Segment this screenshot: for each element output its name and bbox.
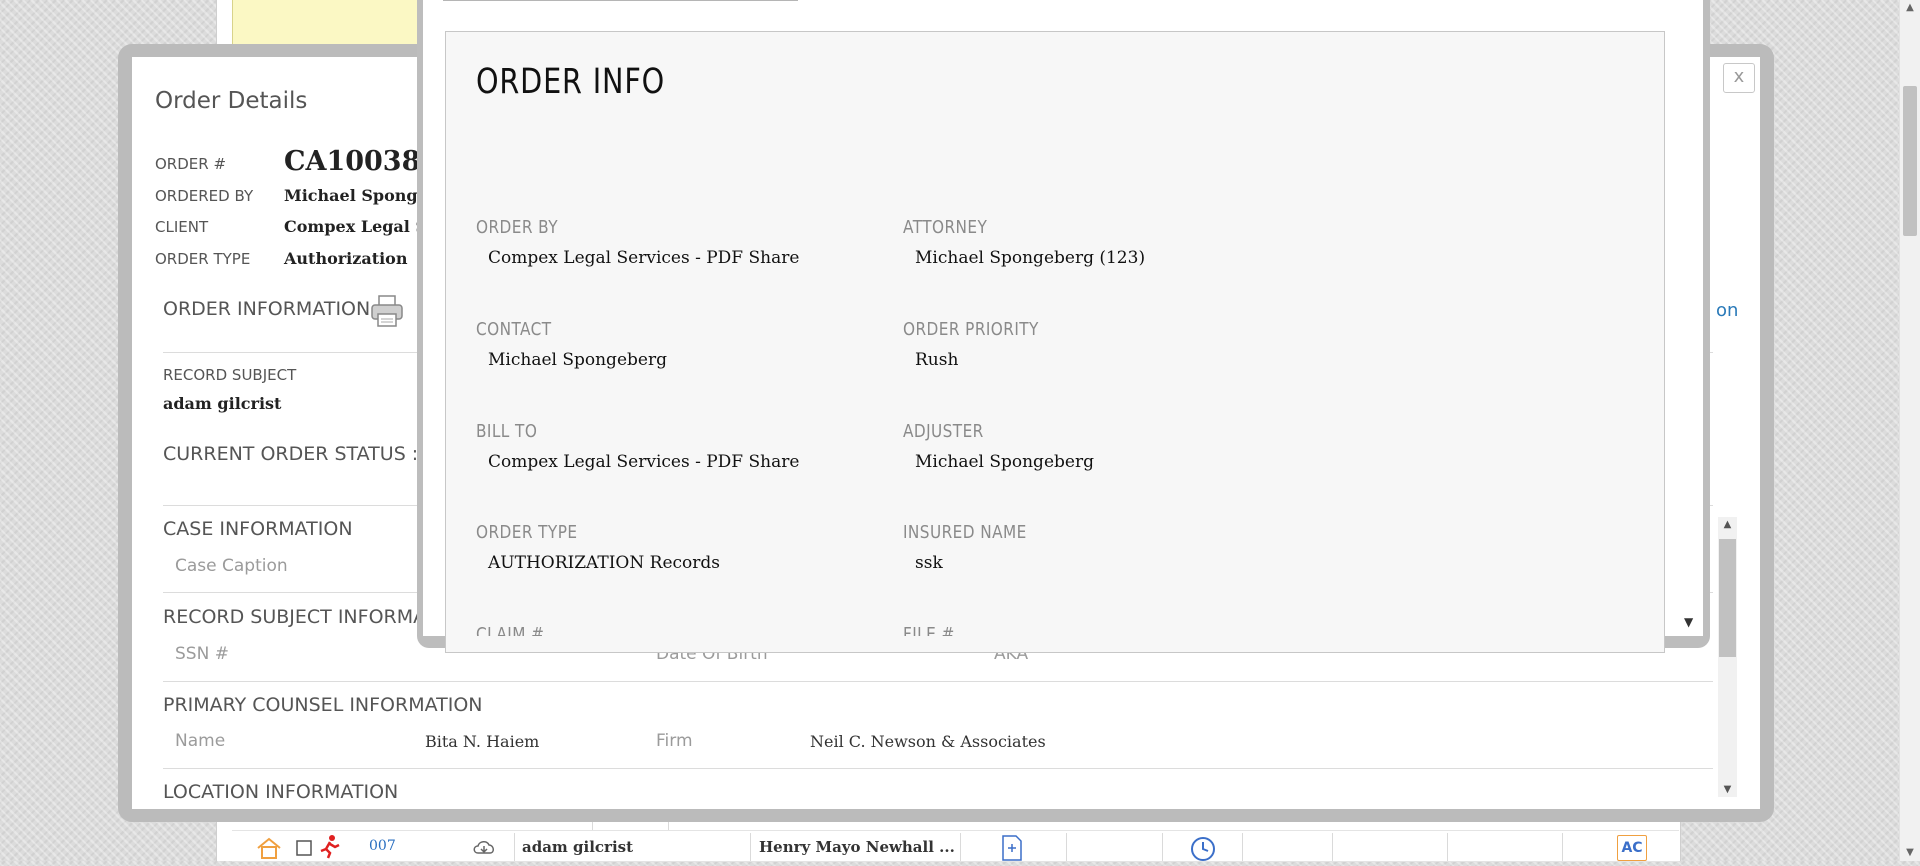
record-subject-information-heading: RECORD SUBJECT INFORMATI <box>163 606 442 628</box>
column-divider <box>750 833 751 861</box>
page-scrollbar[interactable]: ▲ ▼ <box>1899 0 1920 861</box>
close-button[interactable]: x <box>1723 63 1755 93</box>
order-type-label: ORDER TYPE <box>476 522 578 543</box>
cloud-download-icon[interactable] <box>472 838 496 860</box>
record-subject-label: RECORD SUBJECT <box>163 366 297 384</box>
tab-underline <box>443 0 798 1</box>
column-divider <box>1242 833 1243 861</box>
primary-counsel-heading: PRIMARY COUNSEL INFORMATION <box>163 694 483 716</box>
adjuster-value: Michael Spongeberg <box>915 452 1094 472</box>
printer-icon[interactable] <box>370 294 404 328</box>
order-id-link[interactable]: 007 <box>369 838 396 854</box>
side-link[interactable]: on <box>1716 300 1738 321</box>
contact-value: Michael Spongeberg <box>488 350 667 370</box>
rush-runner-icon <box>318 835 340 863</box>
scroll-up-icon[interactable]: ▲ <box>1718 519 1737 530</box>
column-divider <box>1447 833 1448 861</box>
contact-label: CONTACT <box>476 319 552 340</box>
order-number-value: CA100381 <box>284 146 440 177</box>
ordered-by-label: ORDERED BY <box>155 187 254 205</box>
scroll-down-icon[interactable]: ▼ <box>1718 784 1737 795</box>
clock-icon[interactable] <box>1190 836 1216 866</box>
bill-to-label: BILL TO <box>476 421 538 442</box>
ssn-label: SSN # <box>175 644 229 664</box>
order-type-label: ORDER TYPE <box>155 250 251 268</box>
current-order-status-label: CURRENT ORDER STATUS : <box>163 443 419 465</box>
attorney-label: ATTORNEY <box>903 217 988 238</box>
location-information-heading: LOCATION INFORMATION <box>163 781 399 803</box>
order-type-value: Authorization <box>284 249 408 268</box>
column-divider <box>1332 833 1333 861</box>
case-caption-label: Case Caption <box>175 556 288 576</box>
scrollbar-thumb[interactable] <box>1719 539 1736 657</box>
order-number-label: ORDER # <box>155 155 227 173</box>
insured-name-value: ssk <box>915 553 943 573</box>
claim-number-label: CLAIM # <box>476 624 545 636</box>
column-divider <box>1562 833 1563 861</box>
modal-title: Order Details <box>155 88 308 114</box>
record-subject-cell: adam gilcrist <box>522 838 634 856</box>
firm-label: Firm <box>656 731 693 751</box>
details-scrollbar[interactable]: ▲ ▼ <box>1718 517 1737 797</box>
column-divider <box>1066 833 1067 861</box>
order-info-title: ORDER INFO <box>476 62 666 102</box>
column-divider <box>960 833 961 861</box>
adjuster-label: ADJUSTER <box>903 421 984 442</box>
attorney-value: Michael Spongeberg (123) <box>915 248 1146 268</box>
order-information-heading: ORDER INFORMATION <box>163 298 371 320</box>
home-icon[interactable] <box>256 837 282 863</box>
column-divider <box>1162 833 1163 861</box>
case-information-heading: CASE INFORMATION <box>163 518 353 540</box>
record-subject-value: adam gilcrist <box>163 394 282 413</box>
table-row: 007 adam gilcrist Henry Mayo Newhall ...… <box>232 833 1679 862</box>
client-label: CLIENT <box>155 218 209 236</box>
bill-to-value: Compex Legal Services - PDF Share <box>488 452 800 472</box>
ordered-by-value: Michael Sponge <box>284 186 428 205</box>
client-value: Compex Legal S <box>284 217 427 236</box>
order-info-content: ORDER INFO ORDER BY Compex Legal Service… <box>445 32 1663 636</box>
order-type-value: AUTHORIZATION Records <box>488 553 720 573</box>
divider <box>163 681 1713 682</box>
file-number-label: FILE # <box>903 624 955 636</box>
order-priority-label: ORDER PRIORITY <box>903 319 1039 340</box>
order-by-value: Compex Legal Services - PDF Share <box>488 248 800 268</box>
scroll-up-icon[interactable]: ▲ <box>1900 0 1920 16</box>
scrollbar-thumb[interactable] <box>1903 86 1917 236</box>
order-by-label: ORDER BY <box>476 217 559 238</box>
row-checkbox[interactable] <box>296 840 312 860</box>
counsel-name-label: Name <box>175 731 226 751</box>
scroll-down-icon[interactable]: ▼ <box>1684 615 1693 629</box>
counsel-name-value: Bita N. Haiem <box>425 732 540 751</box>
scroll-down-icon[interactable]: ▼ <box>1900 845 1920 861</box>
ac-badge[interactable]: AC <box>1617 835 1647 861</box>
order-priority-value: Rush <box>915 350 959 370</box>
divider <box>163 768 1713 769</box>
column-divider <box>514 833 515 861</box>
firm-value: Neil C. Newson & Associates <box>810 732 1046 751</box>
facility-cell: Henry Mayo Newhall ... <box>759 838 955 856</box>
insured-name-label: INSURED NAME <box>903 522 1027 543</box>
